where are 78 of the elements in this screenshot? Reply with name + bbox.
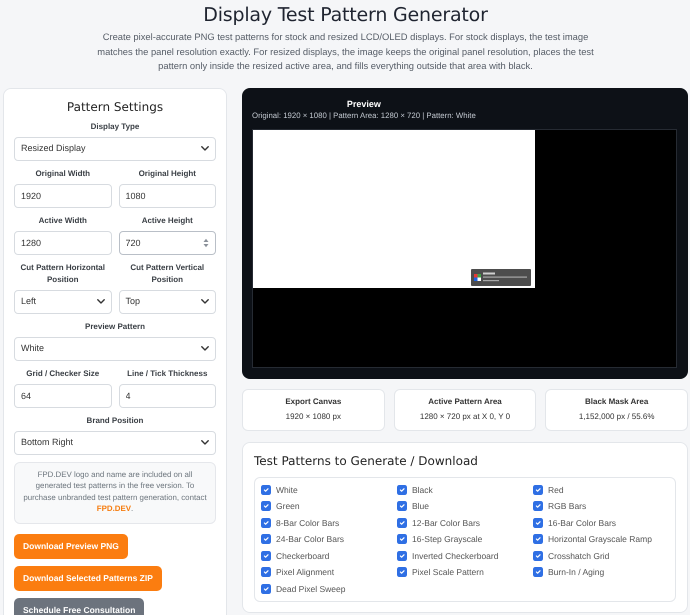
pattern-checkbox[interactable] bbox=[533, 550, 543, 561]
pattern-label[interactable]: 16-Step Grayscale bbox=[412, 533, 482, 546]
pattern-label[interactable]: Inverted Checkerboard bbox=[412, 550, 498, 562]
select-field[interactable]: Bottom Right bbox=[14, 430, 216, 454]
pattern-checkbox[interactable] bbox=[261, 567, 271, 578]
number-field[interactable]: 4 bbox=[118, 384, 216, 408]
field-label: Cut Pattern Vertical Position bbox=[129, 262, 206, 286]
chevron-down-icon bbox=[201, 299, 209, 304]
page-description: Create pixel-accurate PNG test patterns for stock and resized LCD/OLED displays. For stock displays, the test image matches the panel resolution exactly. For resized displays, the image keeps the original panel resolution, places the test pattern only inside the resized active area, and fills everything outside that area with black. bbox=[96, 30, 595, 73]
number-field[interactable]: 1280 bbox=[14, 230, 112, 254]
pattern-label[interactable]: 16-Bar Color Bars bbox=[548, 516, 616, 529]
preview-title: Preview bbox=[346, 98, 382, 110]
stat-label: Active Pattern Area bbox=[427, 396, 503, 408]
patterns-title: Test Patterns to Generate / Download bbox=[254, 452, 479, 470]
consultation-button[interactable]: Schedule Free Consultation bbox=[14, 598, 144, 615]
pattern-label[interactable]: Pixel Scale Pattern bbox=[412, 566, 484, 578]
field-label: Line / Tick Thickness bbox=[126, 368, 208, 380]
pattern-checkbox[interactable] bbox=[261, 501, 271, 512]
pattern-label[interactable]: Green bbox=[276, 500, 300, 512]
pattern-checkbox[interactable] bbox=[397, 501, 407, 512]
stat-value: 1920 × 1080 px bbox=[284, 410, 342, 423]
pattern-label[interactable]: Black bbox=[412, 484, 433, 496]
number-field[interactable]: 1080 bbox=[118, 184, 216, 208]
stat-label: Export Canvas bbox=[284, 396, 342, 408]
field-label: Original Height bbox=[138, 168, 197, 180]
pattern-checkbox[interactable] bbox=[397, 534, 407, 544]
chevron-down-icon bbox=[96, 299, 104, 304]
number-field[interactable]: 64 bbox=[14, 384, 112, 408]
select-field[interactable]: Resized Display bbox=[14, 136, 216, 160]
pattern-checkbox[interactable] bbox=[397, 518, 407, 528]
select-field[interactable]: Left bbox=[14, 290, 112, 314]
pattern-checkbox[interactable] bbox=[533, 484, 543, 495]
pattern-checkbox[interactable] bbox=[533, 518, 543, 528]
pattern-label[interactable]: Checkerboard bbox=[276, 550, 330, 562]
pattern-checkbox[interactable] bbox=[261, 518, 271, 528]
field-label: Display Type bbox=[90, 120, 140, 132]
pattern-label[interactable]: RGB Bars bbox=[548, 500, 586, 512]
stat-value: 1280 × 720 px at X 0, Y 0 bbox=[418, 410, 512, 423]
stat-label: Black Mask Area bbox=[584, 396, 650, 408]
chevron-down-icon bbox=[201, 346, 209, 351]
pattern-label[interactable]: Dead Pixel Sweep bbox=[276, 582, 346, 595]
pattern-label[interactable]: Red bbox=[548, 484, 564, 496]
pattern-checkbox[interactable] bbox=[261, 484, 271, 495]
spinner-arrows-icon bbox=[203, 238, 209, 248]
pattern-label[interactable]: Crosshatch Grid bbox=[548, 550, 610, 562]
pattern-label[interactable]: 12-Bar Color Bars bbox=[412, 516, 480, 529]
pattern-label[interactable]: White bbox=[276, 484, 298, 496]
select-field[interactable]: Top bbox=[118, 290, 216, 314]
pattern-checkbox[interactable] bbox=[261, 534, 271, 544]
pattern-checkbox[interactable] bbox=[533, 534, 543, 544]
number-field[interactable]: 1920 bbox=[14, 184, 112, 208]
pattern-checkbox[interactable] bbox=[397, 550, 407, 561]
settings-title: Pattern Settings bbox=[66, 98, 164, 116]
pattern-label[interactable]: Blue bbox=[412, 500, 430, 512]
pattern-checkbox[interactable] bbox=[261, 550, 271, 561]
field-label: Active Height bbox=[140, 214, 194, 226]
pattern-checkbox[interactable] bbox=[397, 484, 407, 495]
field-label: Active Width bbox=[38, 214, 88, 226]
chevron-down-icon bbox=[201, 440, 209, 445]
pattern-checkbox[interactable] bbox=[397, 567, 407, 578]
pattern-label[interactable]: Burn-In / Aging bbox=[548, 566, 604, 578]
field-label: Preview Pattern bbox=[84, 320, 146, 332]
pattern-label[interactable]: 24-Bar Color Bars bbox=[276, 533, 344, 546]
pattern-checkbox[interactable] bbox=[533, 501, 543, 512]
pattern-checkbox[interactable] bbox=[533, 567, 543, 578]
field-label: Grid / Checker Size bbox=[25, 368, 100, 380]
chevron-down-icon bbox=[201, 146, 209, 151]
pattern-label[interactable]: Horizontal Grayscale Ramp bbox=[548, 533, 652, 546]
field-label: Original Width bbox=[34, 168, 92, 180]
pattern-checkbox[interactable] bbox=[261, 584, 271, 594]
field-label: Brand Position bbox=[86, 414, 144, 426]
pattern-label[interactable]: 8-Bar Color Bars bbox=[276, 516, 340, 529]
stat-value: 1,152,000 px / 55.6% bbox=[578, 410, 656, 423]
page-title: Display Test Pattern Generator bbox=[202, 3, 489, 27]
select-field[interactable]: White bbox=[14, 336, 216, 360]
pattern-label[interactable]: Pixel Alignment bbox=[276, 566, 334, 578]
field-label: Cut Pattern Horizontal Position bbox=[20, 262, 106, 286]
number-field[interactable]: 720 bbox=[118, 230, 216, 254]
